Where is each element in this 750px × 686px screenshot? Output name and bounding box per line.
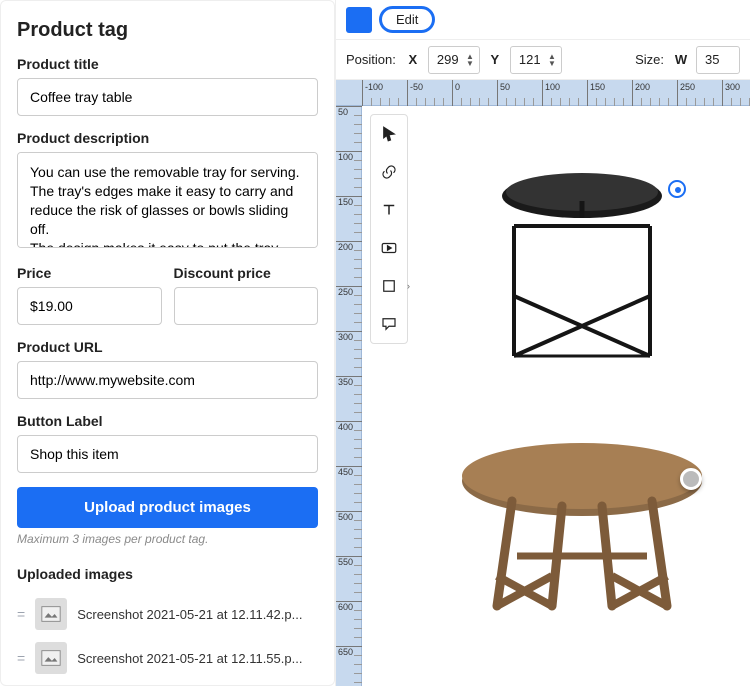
property-bar: Position: X 299 ▲▼ Y 121 ▲▼ Size: W 35 <box>336 40 750 80</box>
uploaded-images-heading: Uploaded images <box>17 566 318 582</box>
comment-icon[interactable] <box>376 311 402 337</box>
position-y-input[interactable]: 121 ▲▼ <box>510 46 562 74</box>
product-title-group: Product title <box>17 56 318 116</box>
thumbnail <box>35 642 67 674</box>
uploaded-image-row[interactable]: = Screenshot 2021-05-21 at 12.11.42.p... <box>17 592 318 636</box>
product-url-input[interactable] <box>17 361 318 399</box>
text-icon[interactable] <box>376 197 402 223</box>
price-group: Price <box>17 265 162 325</box>
product-url-group: Product URL <box>17 339 318 399</box>
thumbnail <box>35 598 67 630</box>
discount-price-label: Discount price <box>174 265 319 281</box>
drag-handle-icon[interactable]: = <box>17 606 25 622</box>
y-label: Y <box>488 52 502 67</box>
button-label-group: Button Label <box>17 413 318 473</box>
size-label: Size: <box>635 52 664 67</box>
panel-title: Product tag <box>17 19 318 42</box>
discount-price-input[interactable] <box>174 287 319 325</box>
product-description-group: Product description <box>17 130 318 251</box>
size-w-input[interactable]: 35 <box>696 46 740 74</box>
selection-handle[interactable] <box>668 180 686 198</box>
ruler-tick: 0 <box>452 80 460 106</box>
horizontal-ruler[interactable]: -100-50050100150200250300350 <box>336 80 750 106</box>
w-label: W <box>674 52 688 67</box>
size-w-value: 35 <box>705 52 719 67</box>
editor-panel: Edit Position: X 299 ▲▼ Y 121 ▲▼ Size: W… <box>335 0 750 686</box>
spinner-icon[interactable]: ▲▼ <box>465 53 475 67</box>
drag-handle-icon[interactable]: = <box>17 650 25 666</box>
topbar: Edit <box>336 0 750 40</box>
upload-product-images-button[interactable]: Upload product images <box>17 487 318 528</box>
ruler-tick: 50 <box>497 80 510 106</box>
ruler-tick: -50 <box>407 80 423 106</box>
button-label-label: Button Label <box>17 413 318 429</box>
product-description-input[interactable] <box>17 152 318 248</box>
position-x-input[interactable]: 299 ▲▼ <box>428 46 480 74</box>
canvas-image-tray-table[interactable] <box>482 156 682 376</box>
position-y-value: 121 <box>519 52 541 67</box>
x-label: X <box>406 52 420 67</box>
canvas-stage[interactable]: › <box>362 106 750 686</box>
chevron-right-icon: › <box>407 281 410 291</box>
rectangle-icon[interactable]: › <box>376 273 402 299</box>
product-description-label: Product description <box>17 130 318 146</box>
position-label: Position: <box>346 52 396 67</box>
price-input[interactable] <box>17 287 162 325</box>
product-title-input[interactable] <box>17 78 318 116</box>
product-title-label: Product title <box>17 56 318 72</box>
link-icon[interactable] <box>376 159 402 185</box>
button-label-input[interactable] <box>17 435 318 473</box>
canvas-area: -100-50050100150200250300350 50100150200… <box>336 80 750 686</box>
product-url-label: Product URL <box>17 339 318 355</box>
spinner-icon[interactable]: ▲▼ <box>547 53 557 67</box>
color-swatch[interactable] <box>346 7 372 33</box>
vertical-ruler[interactable]: 50100150200250300350400450500550600650 <box>336 106 362 686</box>
product-tag-marker[interactable] <box>680 468 702 490</box>
pointer-icon[interactable] <box>376 121 402 147</box>
upload-hint: Maximum 3 images per product tag. <box>17 532 318 546</box>
video-icon[interactable] <box>376 235 402 261</box>
uploaded-image-row[interactable]: = Screenshot 2021-05-21 at 12.11.55.p... <box>17 636 318 680</box>
uploaded-filename: Screenshot 2021-05-21 at 12.11.55.p... <box>77 651 318 666</box>
edit-button[interactable]: Edit <box>380 7 434 32</box>
uploaded-filename: Screenshot 2021-05-21 at 12.11.42.p... <box>77 607 318 622</box>
position-x-value: 299 <box>437 52 459 67</box>
canvas-image-round-table[interactable] <box>452 426 712 626</box>
discount-price-group: Discount price <box>174 265 319 325</box>
price-label: Price <box>17 265 162 281</box>
toolbox: › <box>370 114 408 344</box>
product-tag-panel: Product tag Product title Product descri… <box>0 0 335 686</box>
